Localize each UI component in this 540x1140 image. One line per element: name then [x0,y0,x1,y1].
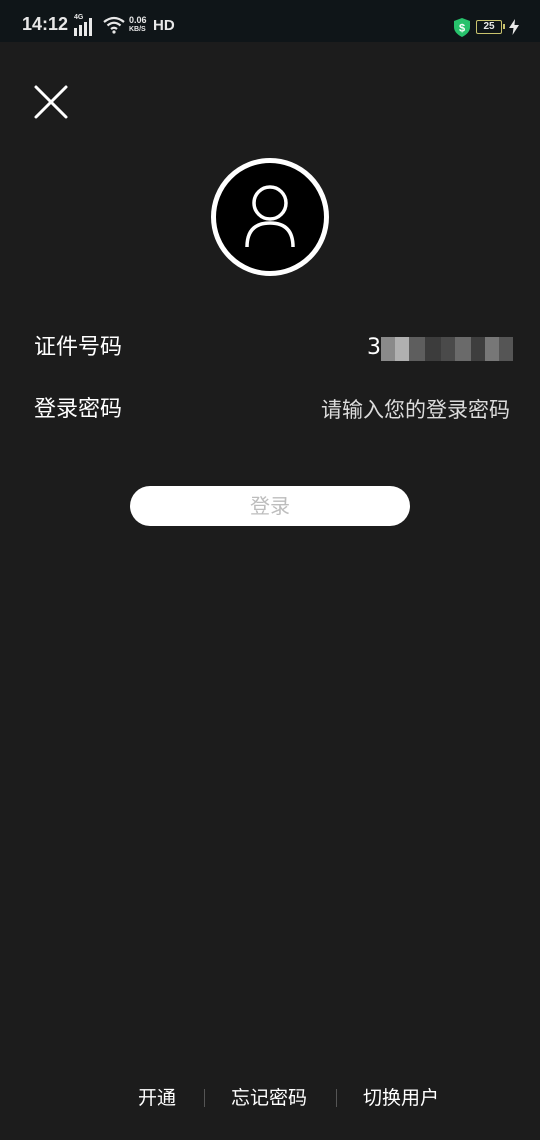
close-button[interactable] [33,84,69,120]
footer-divider [336,1089,337,1107]
password-label: 登录密码 [34,397,123,422]
status-bar: 14:12 4G 0.06 KB/S HD $ 25 [0,0,540,42]
id-number-masked [381,337,513,361]
wifi-icon [103,16,125,34]
id-number-value: 3 [367,335,381,360]
password-input[interactable] [270,395,510,425]
user-icon [245,185,295,247]
signal-icon: 4G [74,14,98,36]
status-time: 14:12 [22,14,69,34]
footer-links: 开通 忘记密码 切换用户 [0,1085,540,1113]
network-type: 4G [74,14,84,21]
footer-divider [204,1089,205,1107]
network-speed: 0.06 KB/S [129,16,147,34]
network-speed-value: 0.06 [129,15,147,25]
hd-indicator: HD [153,17,175,34]
shield-icon: $ [454,18,470,37]
forgot-password-link[interactable]: 忘记密码 [231,1085,307,1111]
close-icon [34,85,68,119]
battery-icon: 25 [476,20,505,34]
switch-user-link[interactable]: 切换用户 [363,1085,439,1111]
avatar [211,158,329,276]
svg-text:$: $ [459,23,465,35]
open-account-link[interactable]: 开通 [138,1085,176,1111]
id-number-label: 证件号码 [34,335,123,360]
network-speed-unit: KB/S [129,26,146,33]
login-button[interactable]: 登录 [130,486,410,526]
charging-icon [509,19,519,35]
